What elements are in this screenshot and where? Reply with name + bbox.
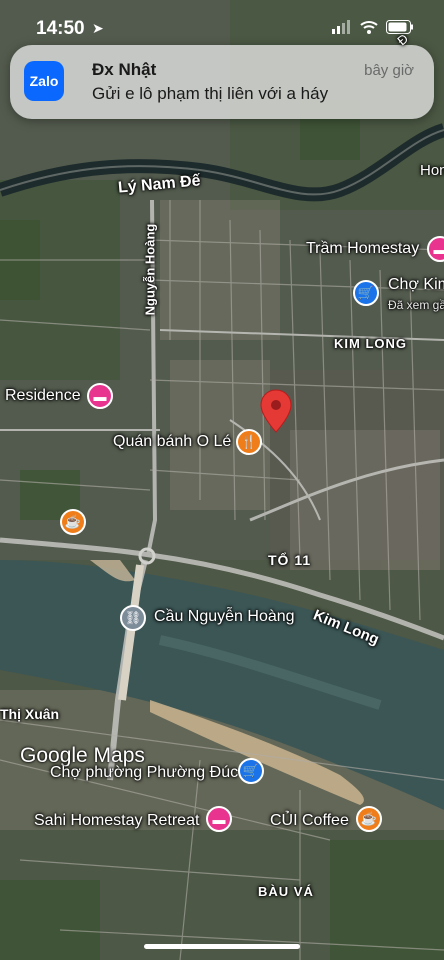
- notification-banner[interactable]: Zalo Đx Nhật bây giờ Gửi e lô phạm thị l…: [10, 45, 434, 119]
- map-label-residence: Residence: [5, 387, 81, 404]
- restaurant-pin-icon[interactable]: 🍴: [236, 429, 262, 455]
- bridge-pin-icon[interactable]: ⛓: [120, 605, 146, 631]
- map-label-thi-xuan: Thị Xuân: [0, 706, 60, 722]
- map-label-tram-homestay: Trầm Homestay: [306, 240, 420, 257]
- signal-icon: [332, 20, 350, 34]
- map-label-nguyen-hoang: Nguyễn Hoàng: [142, 223, 158, 316]
- hotel-pin-icon[interactable]: ▬: [206, 806, 232, 832]
- map-label-cho-phuong-phuong-duc: Chợ phường Phường Đúc: [50, 764, 239, 781]
- market-pin-icon[interactable]: 🛒: [238, 758, 264, 784]
- zalo-app-icon: Zalo: [24, 61, 64, 101]
- map-label-hon: Hon: [420, 162, 444, 179]
- notification-sender: Đx Nhật: [92, 60, 157, 79]
- map-label-cau-nguyen-hoang: Cầu Nguyễn Hoàng: [154, 608, 295, 625]
- status-time: 14:50: [36, 18, 85, 39]
- map-label-kim-long-area: KIM LONG: [334, 336, 407, 351]
- map-label-cui-coffee: CỦI Coffee: [270, 812, 349, 829]
- map-label-quan-banh-o-le: Quán bánh O Lé: [113, 433, 232, 450]
- market-pin-icon[interactable]: 🛒: [353, 280, 379, 306]
- map-label-cho-kim: Chợ Kim: [388, 276, 444, 293]
- map-label-da-xem-ga: Đã xem gầ: [388, 298, 444, 312]
- notification-message: Gửi e lô phạm thị liên với a háy: [92, 84, 329, 103]
- notification-time: bây giờ: [364, 62, 414, 79]
- dropped-pin-icon[interactable]: [259, 388, 293, 434]
- cafe-pin-icon[interactable]: ☕: [60, 509, 86, 535]
- map-label-bau-va: BÀU VÁ: [258, 884, 314, 899]
- map-label-sahi-homestay: Sahi Homestay Retreat: [34, 812, 200, 829]
- cafe-pin-icon[interactable]: ☕: [356, 806, 382, 832]
- map-label-to-11: TỔ 11: [268, 552, 312, 568]
- location-arrow-icon: ➤: [92, 20, 104, 36]
- wifi-icon: [360, 21, 378, 34]
- home-indicator[interactable]: [144, 944, 300, 949]
- hotel-pin-icon[interactable]: ▬: [87, 383, 113, 409]
